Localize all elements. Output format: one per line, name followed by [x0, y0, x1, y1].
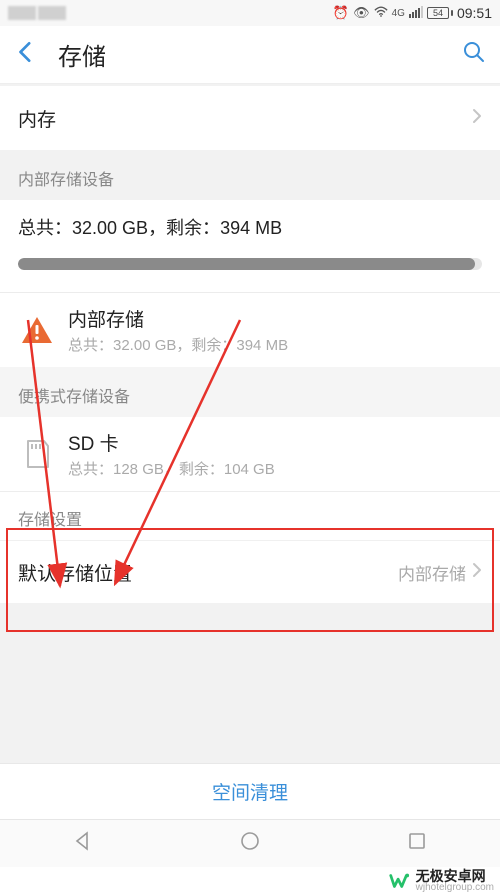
alarm-icon: ⏰	[333, 5, 349, 21]
storage-settings-header: 存储设置	[0, 491, 500, 541]
sd-card-row[interactable]: SD 卡 总共：128 GB，剩余：104 GB	[0, 417, 500, 491]
storage-usage-bar	[18, 258, 482, 270]
watermark: 无极安卓网 wjhotelgroup.com	[0, 867, 500, 895]
internal-summary: 总共：32.00 GB，剩余：394 MB	[0, 200, 500, 292]
default-storage-label: 默认存储位置	[18, 559, 132, 586]
internal-storage-sub: 总共：32.00 GB，剩余：394 MB	[68, 334, 288, 355]
eye-icon: 👁	[353, 5, 370, 21]
nav-recent-button[interactable]	[405, 829, 429, 858]
storage-cleanup-label: 空间清理	[212, 778, 288, 805]
sd-card-icon	[18, 439, 56, 469]
summary-total-prefix: 总共：	[18, 218, 72, 238]
storage-cleanup-button[interactable]: 空间清理	[0, 763, 500, 819]
clock: 09:51	[457, 5, 492, 21]
internal-storage-name: 内部存储	[68, 305, 288, 332]
nav-home-button[interactable]	[238, 829, 262, 858]
sd-card-name: SD 卡	[68, 429, 275, 456]
status-right: ⏰ 👁 4G 54 09:51	[333, 5, 492, 21]
status-bar: ⏰ 👁 4G 54 09:51	[0, 0, 500, 26]
memory-row[interactable]: 内存	[0, 86, 500, 150]
chevron-right-icon	[472, 108, 482, 129]
internal-section-header: 内部存储设备	[0, 150, 500, 200]
app-header: 存储	[0, 26, 500, 84]
navigation-bar	[0, 819, 500, 867]
default-storage-value: 内部存储	[398, 560, 466, 585]
chevron-right-icon	[472, 562, 482, 583]
watermark-logo-icon	[388, 870, 410, 892]
network-label: 4G	[392, 8, 405, 19]
internal-storage-row[interactable]: 内部存储 总共：32.00 GB，剩余：394 MB	[0, 293, 500, 367]
sd-card-sub: 总共：128 GB，剩余：104 GB	[68, 458, 275, 479]
watermark-brand: 无极安卓网	[416, 869, 494, 883]
battery-indicator: 54	[427, 7, 453, 19]
nav-back-button[interactable]	[71, 829, 95, 858]
memory-label: 内存	[18, 105, 56, 132]
page-title: 存储	[58, 37, 444, 72]
summary-free: 394 MB	[220, 218, 282, 238]
watermark-url: wjhotelgroup.com	[416, 883, 494, 893]
battery-percent: 54	[433, 8, 443, 18]
warning-triangle-icon	[18, 313, 56, 347]
portable-section-header: 便携式存储设备	[0, 367, 500, 417]
wifi-icon	[374, 6, 388, 21]
summary-total: 32.00 GB	[72, 218, 148, 238]
search-button[interactable]	[462, 40, 486, 69]
summary-sep: ，剩余：	[148, 218, 220, 238]
back-button[interactable]	[14, 39, 40, 70]
signal-icon	[409, 6, 423, 21]
status-left-blurred	[8, 6, 68, 20]
default-storage-row[interactable]: 默认存储位置 内部存储	[0, 541, 500, 603]
